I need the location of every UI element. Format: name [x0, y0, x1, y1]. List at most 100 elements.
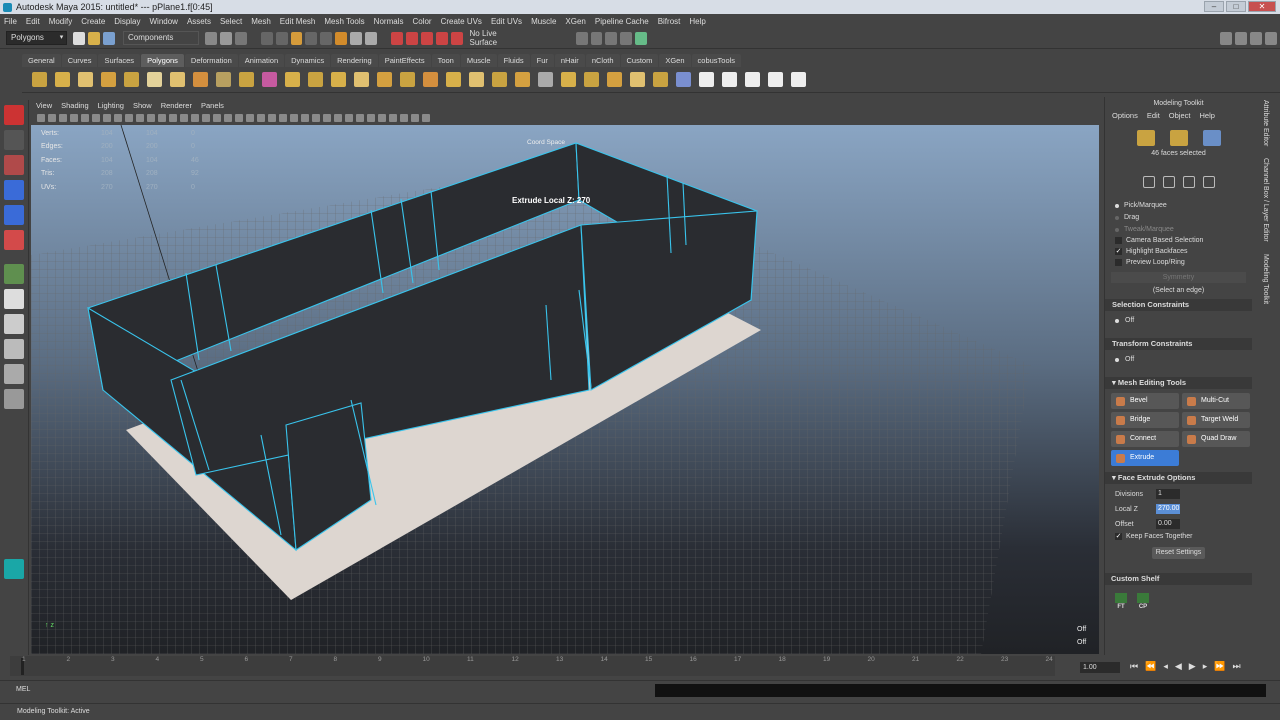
- mel-label[interactable]: MEL: [16, 686, 30, 693]
- shelf-tool-14-icon[interactable]: [331, 72, 346, 87]
- tool-extrude-button[interactable]: Extrude: [1111, 450, 1179, 466]
- panel-tool-22-icon[interactable]: [268, 114, 276, 122]
- shelf-tool-21-icon[interactable]: [492, 72, 507, 87]
- panel-tool-10-icon[interactable]: [136, 114, 144, 122]
- shelf-tool-16-icon[interactable]: [377, 72, 392, 87]
- go-to-end-icon[interactable]: ⏭: [1232, 661, 1240, 672]
- shelf-tab-toon[interactable]: Toon: [431, 53, 460, 67]
- shelf-tool-29-icon[interactable]: [676, 72, 691, 87]
- rotate-tool-icon[interactable]: [4, 205, 24, 225]
- menu-display[interactable]: Display: [114, 17, 140, 26]
- snap-surface-icon[interactable]: [435, 31, 448, 45]
- face-mode-icon[interactable]: [1202, 130, 1221, 146]
- menu-help[interactable]: Help: [689, 17, 705, 26]
- symmetry-button[interactable]: Symmetry: [1111, 272, 1246, 283]
- panel-tool-8-icon[interactable]: [114, 114, 122, 122]
- menu-assets[interactable]: Assets: [187, 17, 211, 26]
- select-tool-icon[interactable]: [4, 105, 24, 125]
- step-back-icon[interactable]: ◂: [1163, 661, 1168, 672]
- mask-vertex-icon[interactable]: [260, 31, 273, 45]
- panel-tool-30-icon[interactable]: [356, 114, 364, 122]
- panel-tool-21-icon[interactable]: [257, 114, 265, 122]
- panel-tool-4-icon[interactable]: [70, 114, 78, 122]
- go-to-start-icon[interactable]: ⏮: [1130, 661, 1138, 672]
- side-tab-channel-box-layer-editor[interactable]: Channel Box / Layer Editor: [1262, 158, 1269, 242]
- four-pane-layout-icon[interactable]: [4, 289, 24, 309]
- panel-tool-1-icon[interactable]: [37, 114, 45, 122]
- menu-normals[interactable]: Normals: [374, 17, 404, 26]
- select-object-icon[interactable]: [219, 31, 232, 45]
- layout-icon-1[interactable]: [1220, 31, 1233, 45]
- snap-curve-icon[interactable]: [390, 31, 403, 45]
- perspective-viewport[interactable]: Verts: 104 104 0 Edges: 200 200 0 Faces: 104 104 46…: [31, 125, 1099, 654]
- panel-tool-3-icon[interactable]: [59, 114, 67, 122]
- snap-point-icon[interactable]: [405, 31, 418, 45]
- shelf-tool-6-icon[interactable]: [147, 72, 162, 87]
- panel-tool-14-icon[interactable]: [180, 114, 188, 122]
- graph-layout-icon[interactable]: [4, 364, 24, 384]
- shelf-tool-11-icon[interactable]: [262, 72, 277, 87]
- scale-icon[interactable]: [1202, 176, 1215, 188]
- mesh-editing-tools-header[interactable]: ▾ Mesh Editing Tools: [1105, 377, 1252, 389]
- panel-tool-6-icon[interactable]: [92, 114, 100, 122]
- shelf-tab-dynamics[interactable]: Dynamics: [285, 53, 331, 67]
- menu-xgen[interactable]: XGen: [565, 17, 585, 26]
- shelf-tool-28-icon[interactable]: [653, 72, 668, 87]
- panel-menu-show[interactable]: Show: [133, 101, 152, 110]
- shelf-tool-15-icon[interactable]: [354, 72, 369, 87]
- panel-tool-31-icon[interactable]: [367, 114, 375, 122]
- menu-pipeline-cache[interactable]: Pipeline Cache: [595, 17, 649, 26]
- shelf-tool-4-icon[interactable]: [101, 72, 116, 87]
- panel-tool-12-icon[interactable]: [158, 114, 166, 122]
- snap-grid-icon[interactable]: [320, 31, 333, 45]
- panel-tool-33-icon[interactable]: [389, 114, 397, 122]
- panel-tool-17-icon[interactable]: [213, 114, 221, 122]
- menu-muscle[interactable]: Muscle: [531, 17, 556, 26]
- reset-settings-button[interactable]: Reset Settings: [1152, 547, 1205, 559]
- panel-tool-18-icon[interactable]: [224, 114, 232, 122]
- open-scene-icon[interactable]: [88, 31, 101, 45]
- tool-bridge-button[interactable]: Bridge: [1111, 412, 1179, 428]
- single-pane-layout-icon[interactable]: [4, 264, 24, 284]
- move-tool-icon[interactable]: [4, 180, 24, 200]
- tool-quad-draw-button[interactable]: Quad Draw: [1182, 431, 1250, 447]
- shelf-tool-31-icon[interactable]: [722, 72, 737, 87]
- time-slider[interactable]: 1 2 3 4 5 6 7 8 9 10 11 12 13 14 15 16 17 18 19 20 21 22 23 24: [10, 656, 1055, 676]
- tweak-marquee-radio[interactable]: Tweak/Marquee: [1115, 226, 1252, 233]
- panel-menu-shading[interactable]: Shading: [61, 101, 89, 110]
- modeling-toolkit-icon[interactable]: [4, 559, 24, 579]
- panel-menu-panels[interactable]: Panels: [201, 101, 224, 110]
- new-scene-icon[interactable]: [73, 31, 86, 45]
- shelf-tab-custom[interactable]: Custom: [620, 53, 659, 67]
- shelf-tool-23-icon[interactable]: [538, 72, 553, 87]
- shelf-tab-deformation[interactable]: Deformation: [184, 53, 238, 67]
- custom-shelf-cp[interactable]: CP: [1137, 593, 1149, 610]
- selection-mode-dropdown[interactable]: Components: [123, 31, 200, 45]
- maximize-button[interactable]: □: [1226, 1, 1246, 12]
- panel-tool-15-icon[interactable]: [191, 114, 199, 122]
- shelf-tool-34-icon[interactable]: [791, 72, 806, 87]
- menu-edit[interactable]: Edit: [26, 17, 40, 26]
- layout-icon-2[interactable]: [1235, 31, 1248, 45]
- select-icon[interactable]: [1142, 176, 1155, 188]
- shelf-tab-fluids[interactable]: Fluids: [497, 53, 530, 67]
- menu-window[interactable]: Window: [150, 17, 178, 26]
- panel-tool-36-icon[interactable]: [422, 114, 430, 122]
- outliner-layout-icon[interactable]: [4, 339, 24, 359]
- mask-face-icon[interactable]: [290, 31, 303, 45]
- shelf-tool-20-icon[interactable]: [469, 72, 484, 87]
- shelf-tool-25-icon[interactable]: [584, 72, 599, 87]
- panel-menu-lighting[interactable]: Lighting: [98, 101, 124, 110]
- shelf-tool-13-icon[interactable]: [308, 72, 323, 87]
- toolkit-menu-help[interactable]: Help: [1199, 111, 1214, 120]
- camera-based-checkbox[interactable]: Camera Based Selection: [1115, 237, 1252, 244]
- question-icon[interactable]: [350, 31, 363, 45]
- menu-mesh-tools[interactable]: Mesh Tools: [324, 17, 364, 26]
- panel-tool-23-icon[interactable]: [279, 114, 287, 122]
- shelf-tool-26-icon[interactable]: [607, 72, 622, 87]
- save-scene-icon[interactable]: [103, 31, 116, 45]
- select-hierarchy-icon[interactable]: [205, 31, 217, 45]
- shelf-tab-cobustools[interactable]: cobusTools: [691, 53, 742, 67]
- transform-constraints-header[interactable]: Transform Constraints: [1105, 338, 1252, 350]
- panel-menu-view[interactable]: View: [36, 101, 52, 110]
